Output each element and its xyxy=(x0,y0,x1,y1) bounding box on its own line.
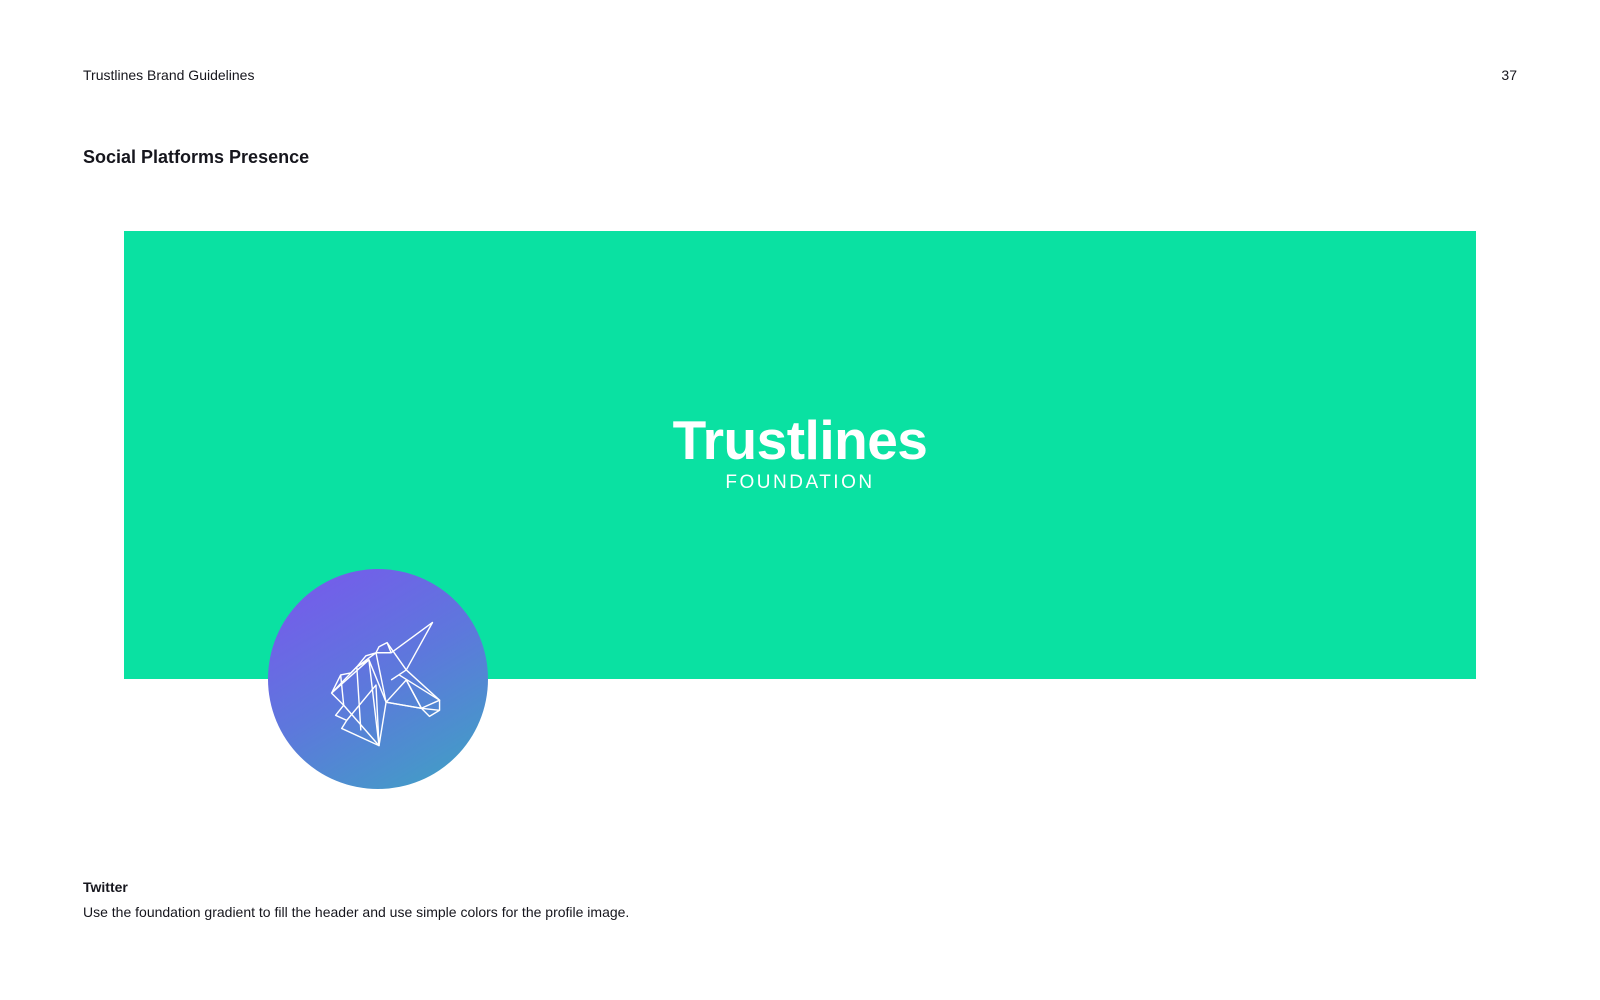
profile-avatar xyxy=(268,569,488,789)
brand-wordmark: Trustlines FOUNDATION xyxy=(124,409,1476,495)
twitter-heading: Twitter xyxy=(83,879,128,895)
unicorn-icon xyxy=(330,621,441,747)
brand-name: Trustlines xyxy=(672,409,928,471)
section-title: Social Platforms Presence xyxy=(83,147,310,167)
page-number: 37 xyxy=(1501,67,1517,83)
document-title: Trustlines Brand Guidelines xyxy=(83,67,255,83)
twitter-description: Use the foundation gradient to fill the … xyxy=(83,904,630,920)
brand-subtitle: FOUNDATION xyxy=(725,472,875,493)
